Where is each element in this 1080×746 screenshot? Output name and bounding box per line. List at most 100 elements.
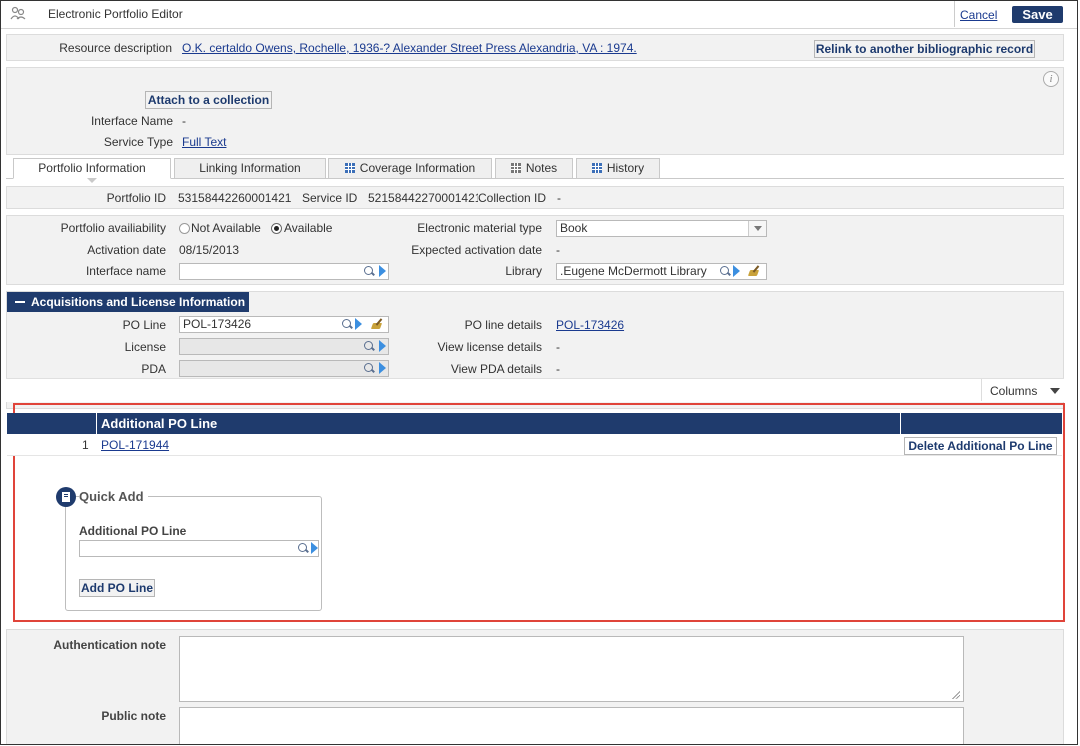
interface-name-value: -	[182, 114, 186, 128]
expected-activation-value: -	[556, 243, 560, 257]
select-button[interactable]	[748, 221, 766, 236]
portfolio-id-label: Portfolio ID	[106, 191, 166, 205]
additional-po-line-label: Additional PO Line	[79, 524, 187, 538]
add-po-line-button[interactable]: Add PO Line	[79, 579, 155, 597]
interface-name-label: Interface Name	[90, 114, 173, 128]
info-icon[interactable]: i	[1043, 71, 1059, 87]
additional-po-table-header: Additional PO Line	[7, 413, 1062, 434]
available-radio[interactable]	[271, 223, 282, 234]
not-available-label: Not Available	[191, 221, 261, 235]
arrow-right-icon[interactable]	[733, 265, 740, 277]
expected-activation-label: Expected activation date	[411, 243, 542, 257]
material-type-label: Electronic material type	[417, 221, 542, 235]
tab-portfolio-information[interactable]: Portfolio Information	[13, 158, 171, 179]
tab-label: Coverage Information	[359, 161, 476, 175]
po-line-details-link[interactable]: POL-173426	[556, 318, 624, 332]
tab-history[interactable]: History	[576, 158, 660, 179]
tab-coverage-information[interactable]: Coverage Information	[328, 158, 492, 179]
tab-label: History	[606, 161, 645, 175]
public-note-label: Public note	[101, 709, 166, 723]
portfolio-id-value: 53158442260001421	[178, 191, 292, 205]
resource-description-link[interactable]: O.K. certaldo Owens, Rochelle, 1936-? Al…	[182, 41, 637, 55]
additional-po-line-link[interactable]: POL-171944	[101, 438, 169, 452]
collection-id-label: Collection ID	[478, 191, 547, 205]
header-col-divider	[96, 413, 97, 434]
additional-po-line-input[interactable]	[79, 540, 319, 557]
chevron-down-icon	[754, 226, 762, 231]
tab-notes[interactable]: Notes	[495, 158, 573, 179]
pda-input[interactable]	[179, 360, 389, 377]
acquisitions-section-header[interactable]: Acquisitions and License Information	[7, 292, 249, 312]
quick-add-title: Quick Add	[79, 489, 148, 504]
po-line-label: PO Line	[122, 318, 166, 332]
not-available-radio[interactable]	[179, 223, 190, 234]
collapse-icon	[15, 301, 25, 303]
activation-date-label: Activation date	[87, 243, 166, 257]
header-divider	[954, 1, 955, 27]
columns-toolbar	[6, 378, 1064, 402]
search-icon[interactable]	[364, 341, 375, 352]
search-icon[interactable]	[298, 543, 309, 554]
attach-collection-button[interactable]: Attach to a collection	[145, 91, 272, 109]
library-label: Library	[505, 264, 542, 278]
view-license-label: View license details	[437, 340, 542, 354]
view-license-value: -	[556, 340, 560, 354]
radio-selected-dot	[274, 226, 279, 231]
search-icon[interactable]	[364, 363, 375, 374]
authentication-note-textarea[interactable]	[179, 636, 964, 702]
resource-description-label: Resource description	[59, 41, 172, 55]
service-type-label: Service Type	[103, 135, 173, 149]
view-pda-label: View PDA details	[450, 362, 542, 376]
row-index: 1	[82, 438, 89, 452]
editor-window: Electronic Portfolio Editor Cancel Save …	[0, 0, 1078, 745]
arrow-right-icon[interactable]	[379, 265, 386, 277]
pda-label: PDA	[141, 362, 166, 376]
search-icon[interactable]	[720, 266, 731, 277]
po-line-details-label: PO line details	[464, 318, 542, 332]
tab-label: Linking Information	[199, 161, 301, 175]
collection-id-value: -	[557, 191, 561, 205]
interface-name-input[interactable]	[179, 263, 389, 280]
arrow-right-icon[interactable]	[379, 340, 386, 352]
view-pda-value: -	[556, 362, 560, 376]
public-note-textarea[interactable]	[179, 707, 964, 744]
search-icon[interactable]	[342, 319, 353, 330]
service-type-link[interactable]: Full Text	[182, 135, 226, 149]
tab-label: Notes	[525, 161, 558, 175]
available-label: Available	[284, 221, 333, 235]
service-id-label: Service ID	[302, 191, 358, 205]
authentication-note-label: Authentication note	[53, 638, 166, 652]
header-bar: Electronic Portfolio Editor Cancel Save	[1, 1, 1077, 29]
grid-icon	[591, 163, 602, 173]
tab-label: Portfolio Information	[38, 161, 146, 175]
cancel-button[interactable]: Cancel	[960, 8, 997, 22]
delete-additional-po-line-button[interactable]: Delete Additional Po Line	[904, 437, 1057, 455]
search-icon[interactable]	[364, 266, 375, 277]
service-id-value: 52158442270001421	[368, 191, 480, 205]
save-button[interactable]: Save	[1012, 6, 1063, 23]
columns-label: Columns	[990, 384, 1038, 398]
columns-button[interactable]: Columns	[981, 379, 1064, 401]
resize-grip-icon[interactable]	[951, 690, 960, 699]
clear-broom-icon[interactable]	[370, 317, 386, 331]
arrow-right-icon[interactable]	[311, 542, 318, 554]
column-header-additional-po-line[interactable]: Additional PO Line	[101, 416, 217, 431]
arrow-right-icon[interactable]	[379, 362, 386, 374]
relink-button[interactable]: Relink to another bibliographic record	[814, 40, 1035, 58]
material-type-select[interactable]: Book	[556, 220, 767, 237]
clear-broom-icon[interactable]	[747, 264, 763, 278]
tab-linking-information[interactable]: Linking Information	[174, 158, 326, 179]
page-title: Electronic Portfolio Editor	[48, 7, 183, 21]
section-title: Acquisitions and License Information	[31, 295, 246, 309]
table-row: 1 POL-171944 Delete Additional Po Line	[7, 434, 1062, 456]
license-input[interactable]	[179, 338, 389, 355]
arrow-right-icon[interactable]	[355, 318, 362, 330]
header-col-divider	[900, 413, 901, 434]
availability-label: Portfolio availiability	[60, 221, 166, 235]
quick-add-icon	[56, 487, 76, 507]
active-tab-pointer	[87, 178, 97, 183]
chevron-down-icon	[1050, 388, 1060, 394]
activation-date-value: 08/15/2013	[179, 243, 240, 257]
interface-name-field-label: Interface name	[85, 264, 166, 278]
grid-icon	[344, 163, 355, 173]
